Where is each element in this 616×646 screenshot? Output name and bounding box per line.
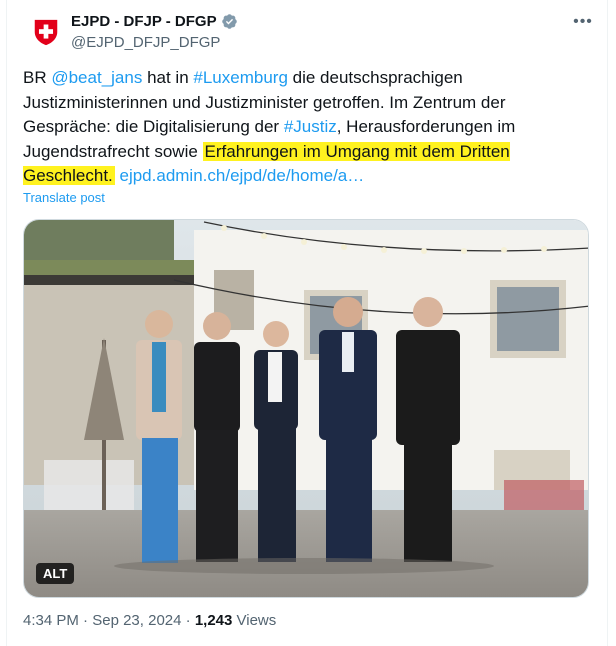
author-display-name[interactable]: EJPD - DFJP - DFGP [71, 13, 217, 30]
photo-illustration [24, 220, 588, 597]
url-link[interactable]: ejpd.admin.ch/ejpd/de/home/a… [120, 166, 365, 185]
verified-badge-icon[interactable] [221, 13, 238, 30]
mention-link[interactable]: @beat_jans [51, 68, 142, 87]
text-segment: BR [23, 68, 52, 87]
translate-post-link[interactable]: Translate post [23, 190, 105, 205]
author-name-row: EJPD - DFJP - DFGP [71, 13, 238, 30]
views-count: 1,243 [194, 612, 233, 629]
ellipsis-icon: ••• [573, 13, 593, 30]
tweet-meta: 4:34 PM · Sep 23, 2024 · 1,243 Views [23, 612, 276, 629]
more-options-button[interactable]: ••• [573, 12, 593, 32]
separator: · [181, 612, 195, 629]
separator: · [78, 612, 93, 629]
tweet-time[interactable]: 4:34 PM [23, 612, 79, 629]
views-label: Views [232, 612, 277, 629]
author-handle[interactable]: @EJPD_DFJP_DFGP [71, 34, 220, 51]
alt-text-badge[interactable]: ALT [36, 563, 75, 584]
swiss-flag-icon [34, 19, 58, 46]
hashtag-link-justiz[interactable]: #Justiz [284, 117, 337, 136]
tweet-card: EJPD - DFJP - DFGP @EJPD_DFJP_DFGP ••• B… [6, 0, 608, 646]
avatar[interactable] [26, 12, 66, 52]
hashtag-link-luxemburg[interactable]: #Luxemburg [193, 68, 288, 87]
tweet-photo[interactable]: ALT [23, 219, 589, 598]
tweet-date[interactable]: Sep 23, 2024 [92, 612, 181, 629]
tweet-text: BR @beat_jans hat in #Luxemburg die deut… [23, 66, 583, 189]
text-segment: hat in [142, 68, 194, 87]
